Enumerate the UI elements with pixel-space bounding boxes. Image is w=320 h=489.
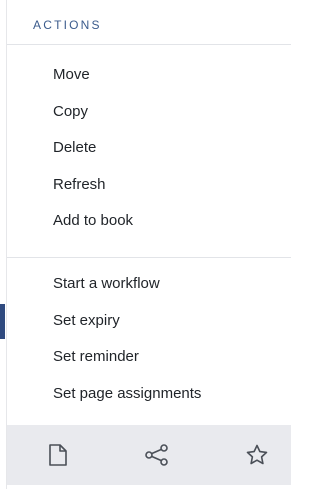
menu-item-set-reminder[interactable]: Set reminder (7, 339, 291, 376)
share-icon (145, 444, 169, 466)
menu-item-copy[interactable]: Copy (7, 94, 291, 131)
menu-item-refresh[interactable]: Refresh (7, 167, 291, 204)
favorite-button[interactable] (242, 440, 272, 470)
actions-section-title: ACTIONS (33, 18, 102, 32)
actions-menu-group-2: Start a workflow Set expiry Set reminder… (0, 266, 291, 413)
bottom-toolbar (7, 425, 291, 485)
menu-item-move[interactable]: Move (7, 57, 291, 94)
star-icon (245, 443, 269, 467)
actions-panel: ACTIONS Move Copy Delete Refresh Add to … (0, 0, 291, 489)
share-button[interactable] (142, 440, 172, 470)
divider (7, 44, 291, 45)
menu-item-start-workflow[interactable]: Start a workflow (7, 266, 291, 303)
menu-item-set-expiry[interactable]: Set expiry (0, 303, 291, 340)
document-icon (48, 443, 68, 467)
document-button[interactable] (43, 440, 73, 470)
actions-menu-group-1: Move Copy Delete Refresh Add to book (7, 57, 291, 240)
menu-item-set-page-assignments[interactable]: Set page assignments (7, 376, 291, 413)
menu-item-add-to-book[interactable]: Add to book (7, 203, 291, 240)
divider (7, 257, 291, 258)
menu-item-delete[interactable]: Delete (7, 130, 291, 167)
